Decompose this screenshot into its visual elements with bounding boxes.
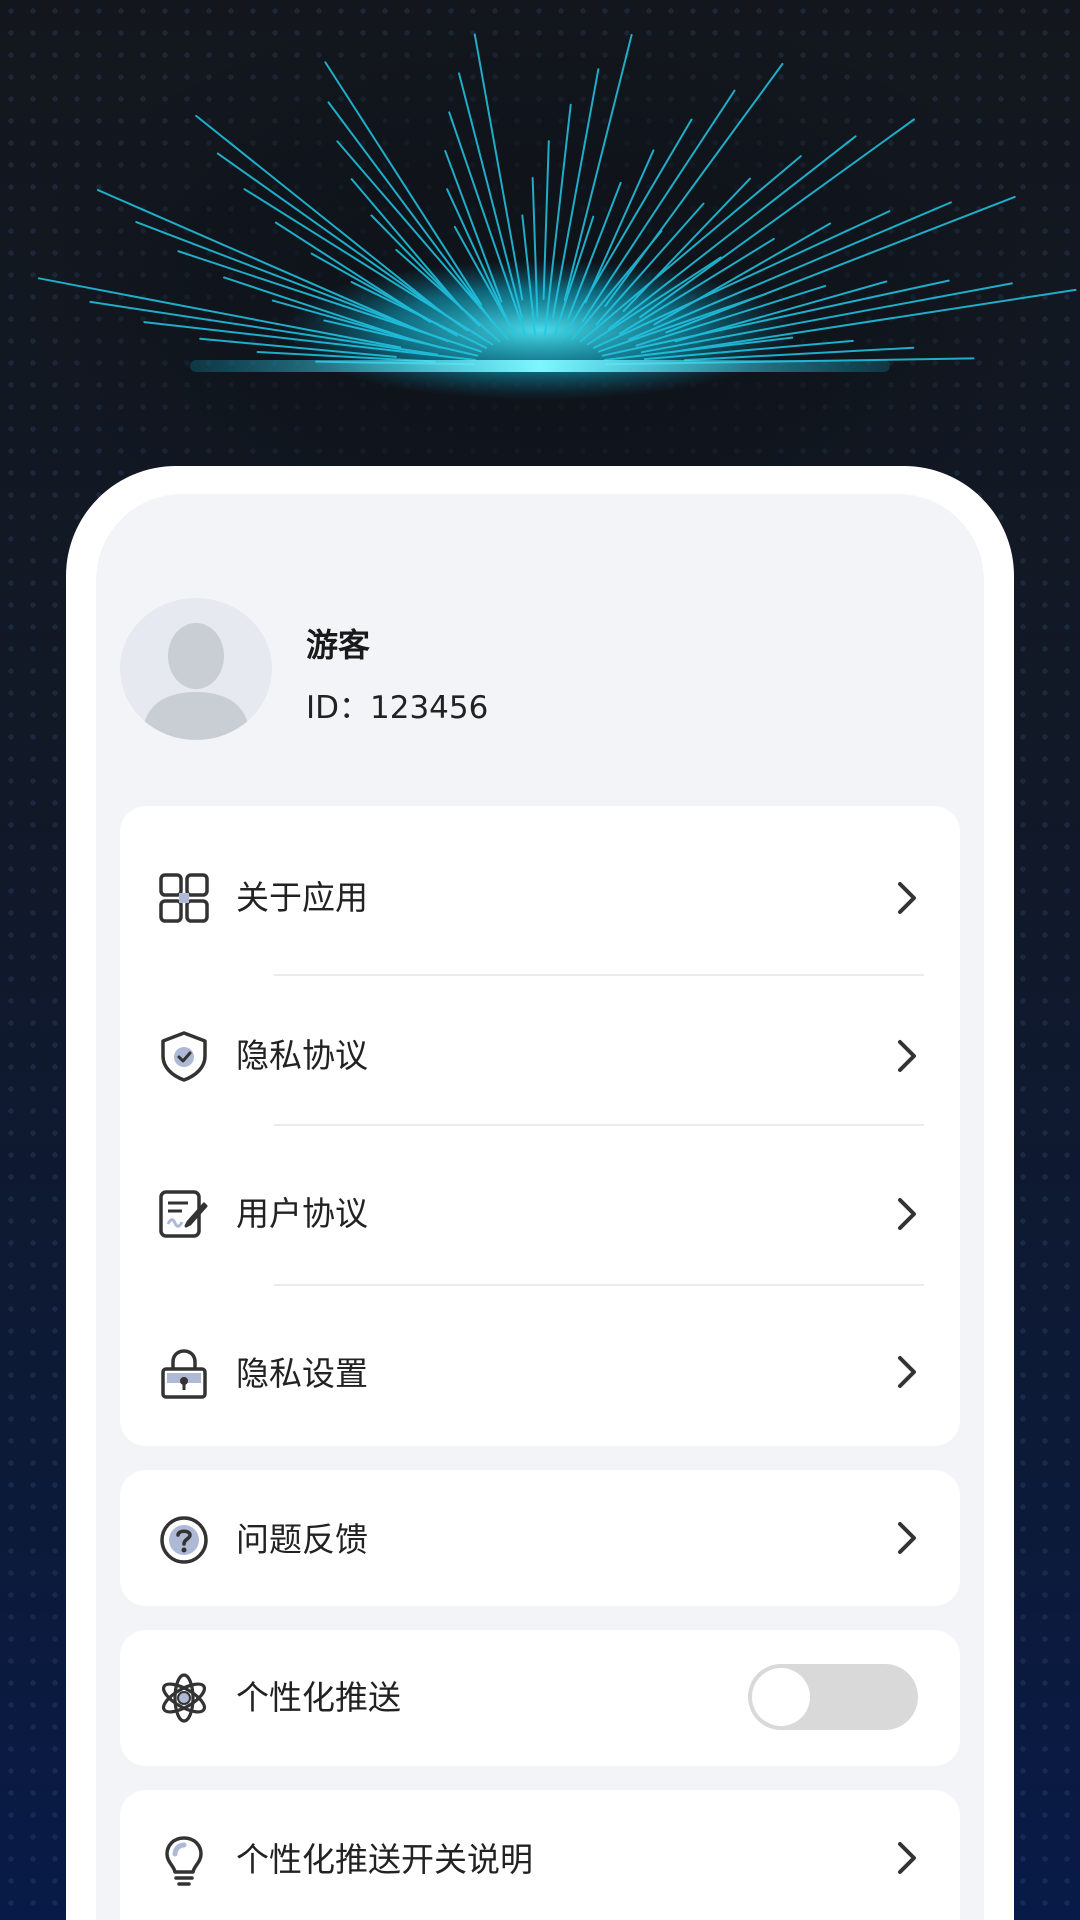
menu-card-feedback: 问题反馈 — [120, 1470, 960, 1606]
chevron-right-icon — [898, 1356, 916, 1388]
personalized-push-toggle[interactable] — [748, 1664, 918, 1730]
menu-item-push-explain[interactable]: 个性化推送开关说明 — [120, 1790, 960, 1920]
avatar[interactable] — [120, 598, 272, 740]
atom-icon — [161, 1673, 207, 1723]
menu-item-label: 用户协议 — [236, 1194, 368, 1233]
chevron-right-icon — [898, 1040, 916, 1072]
menu-card-push-explain: 个性化推送开关说明 — [120, 1790, 960, 1920]
menu-item-privacy-settings[interactable]: 隐私设置 — [120, 1302, 960, 1432]
grid-apps-icon — [159, 873, 209, 923]
menu-item-privacy-policy[interactable]: 隐私协议 — [120, 990, 960, 1120]
menu-item-about-app[interactable]: 关于应用 — [120, 834, 960, 964]
menu-item-label: 隐私设置 — [236, 1354, 368, 1393]
menu-item-label: 关于应用 — [236, 878, 368, 917]
toggle-knob — [752, 1668, 810, 1726]
menu-item-user-agreement[interactable]: 用户协议 — [120, 1142, 960, 1272]
user-silhouette-icon — [142, 623, 250, 740]
chevron-right-icon — [898, 1522, 916, 1554]
menu-item-personalized-push: 个性化推送 — [120, 1630, 960, 1760]
lightbulb-icon — [165, 1836, 203, 1886]
question-circle-icon — [160, 1516, 208, 1564]
document-sign-icon — [159, 1190, 208, 1238]
lock-icon — [161, 1349, 207, 1399]
shield-check-icon — [161, 1031, 207, 1082]
menu-item-label: 个性化推送 — [236, 1678, 401, 1717]
chevron-right-icon — [898, 1198, 916, 1230]
menu-item-label: 问题反馈 — [236, 1520, 368, 1559]
user-name: 游客 — [306, 626, 371, 664]
light-burst-decoration — [37, 33, 1077, 400]
menu-item-label: 隐私协议 — [236, 1036, 368, 1075]
menu-card-push: 个性化推送 — [120, 1630, 960, 1766]
user-id: ID：123456 — [306, 690, 489, 726]
menu-item-label: 个性化推送开关说明 — [236, 1840, 533, 1879]
menu-card-main: 关于应用 隐私协议 用户协议 隐私设置 — [120, 806, 960, 1446]
menu-item-feedback[interactable]: 问题反馈 — [120, 1470, 960, 1600]
chevron-right-icon — [898, 1842, 916, 1874]
divider — [274, 1124, 924, 1126]
app-screen: 游客 ID：123456 关于应用 隐私协议 用户协议 隐私设置 问题反馈 个性… — [0, 0, 1080, 1920]
divider — [274, 1284, 924, 1286]
chevron-right-icon — [898, 882, 916, 914]
divider — [274, 974, 924, 976]
